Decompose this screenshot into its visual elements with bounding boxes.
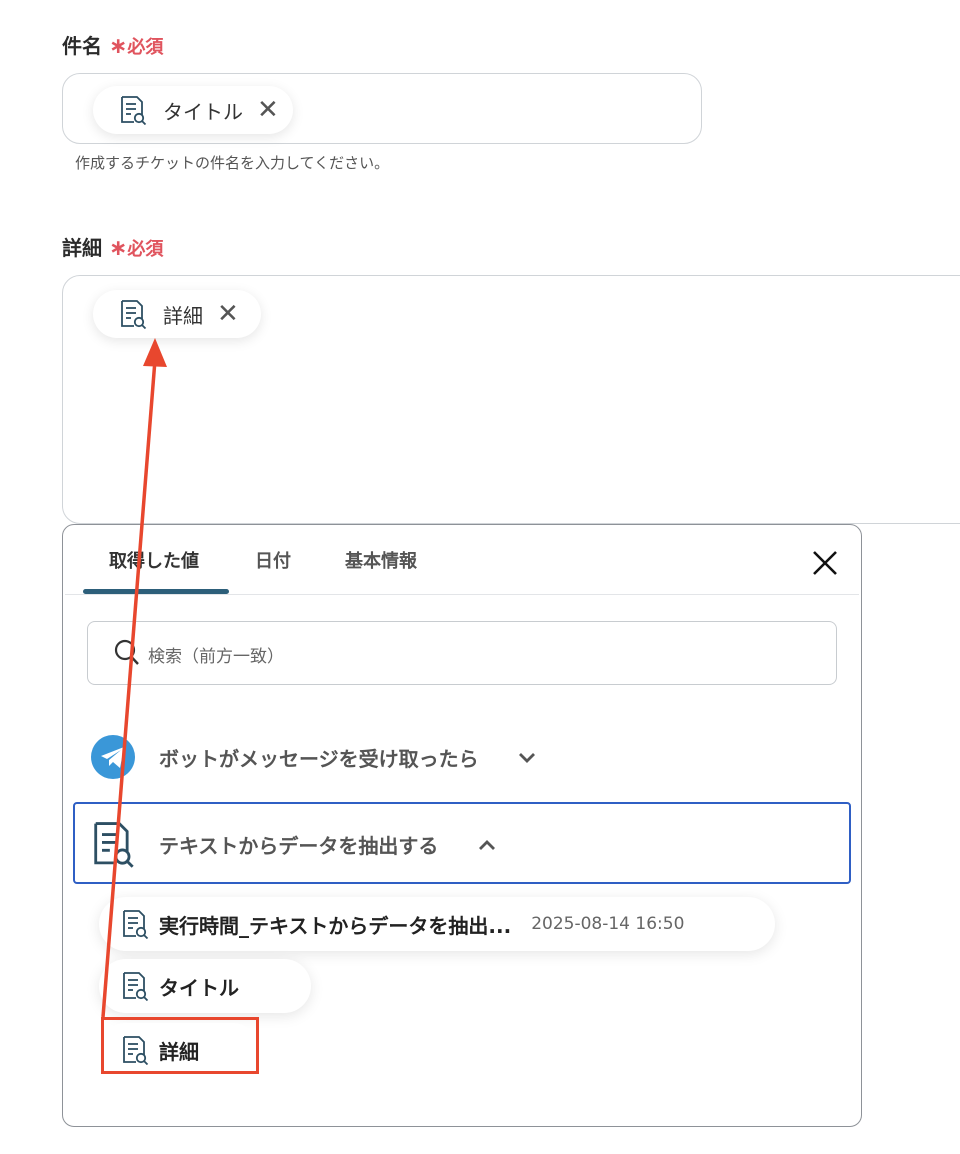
annotation-arrow: [101, 338, 167, 1018]
next-field-label-cutoff: [62, 1146, 262, 1154]
